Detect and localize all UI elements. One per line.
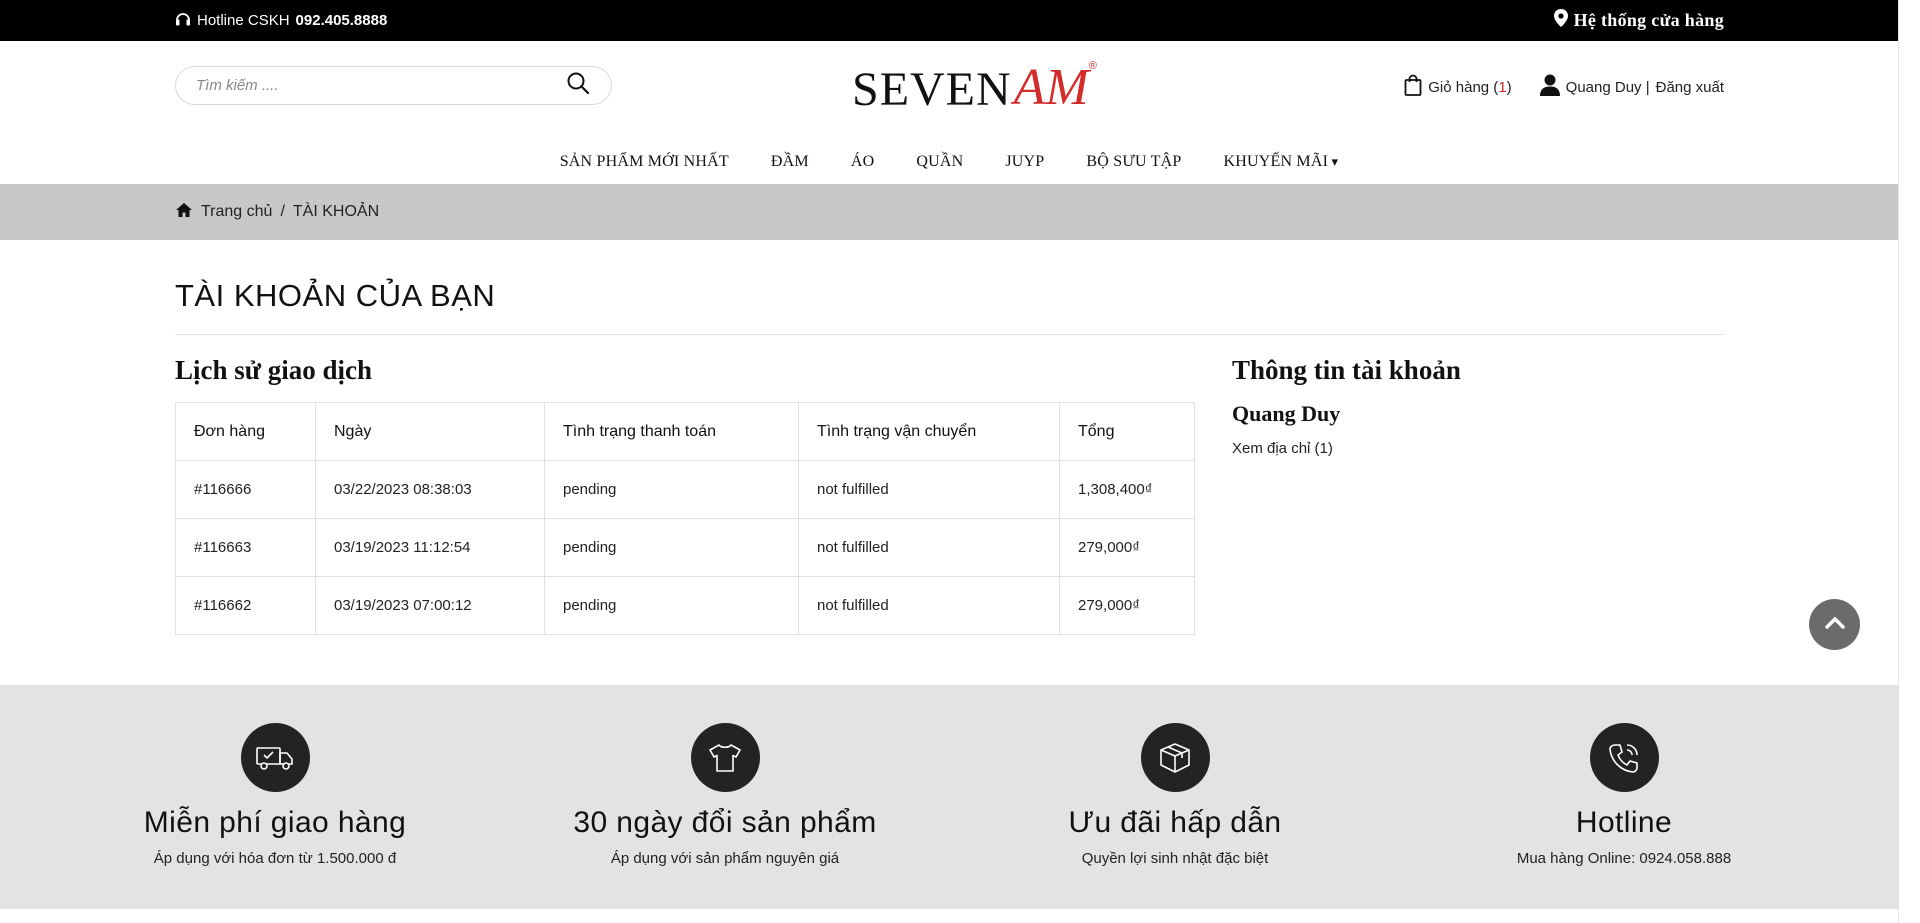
gift-box-icon: [1140, 723, 1210, 792]
map-pin-icon: [1553, 9, 1568, 32]
feature-title: Ưu đãi hấp dẫn: [1068, 806, 1282, 839]
column-header-shipping-status: Tình trạng vận chuyển: [798, 402, 1060, 461]
column-header-order: Đơn hàng: [175, 402, 316, 461]
order-total: 1,308,400₫: [1059, 460, 1195, 519]
order-id[interactable]: #116663: [175, 518, 316, 577]
stores-label: Hệ thống cửa hàng: [1573, 10, 1724, 30]
divider: [175, 334, 1725, 335]
payment-status: pending: [544, 518, 799, 577]
hotline-label: Hotline CSKH: [197, 12, 290, 29]
column-header-total: Tổng: [1059, 402, 1195, 461]
order-date: 03/19/2023 07:00:12: [315, 576, 545, 635]
account-info-title: Thông tin tài khoản: [1232, 355, 1461, 385]
table-row: #116663 03/19/2023 11:12:54 pending not …: [175, 518, 1195, 577]
logo[interactable]: SEVEN AM ®: [852, 54, 1097, 114]
order-id[interactable]: #116666: [175, 460, 316, 519]
user-name[interactable]: Quang Duy |: [1566, 79, 1650, 96]
payment-status: pending: [544, 460, 799, 519]
cart-count: 1: [1498, 78, 1507, 96]
menu-item-dresses[interactable]: ĐẦM: [771, 153, 809, 171]
feature-subtitle: Áp dụng với sản phẩm nguyên giá: [610, 850, 840, 867]
menu-item-promotions[interactable]: KHUYẾN MÃI: [1223, 153, 1338, 171]
feature-30-day-exchange: 30 ngày đổi sản phẩm Áp dụng với sản phẩ…: [500, 723, 950, 867]
payment-status: pending: [544, 576, 799, 635]
breadcrumb: Trang chủ / TÀI KHOẢN: [175, 184, 379, 240]
column-header-payment-status: Tình trạng thanh toán: [544, 402, 799, 461]
cart-text: Giỏ hàng (1): [1428, 79, 1511, 96]
account-name: Quang Duy: [1232, 401, 1341, 426]
hotline-number[interactable]: 092.405.8888: [296, 12, 388, 29]
chevron-up-icon: [1824, 615, 1845, 634]
order-date: 03/19/2023 11:12:54: [315, 518, 545, 577]
search-icon: [566, 71, 590, 100]
logo-am: AM: [1013, 59, 1089, 116]
cart-link[interactable]: Giỏ hàng (1): [1404, 74, 1512, 100]
page: Hotline CSKH 092.405.8888 Hệ thống cửa h…: [0, 0, 1898, 923]
menu-item-new-products[interactable]: SẢN PHẨM MỚI NHẤT: [560, 153, 729, 171]
breadcrumb-home[interactable]: Trang chủ: [201, 203, 272, 221]
phone-icon: [1589, 723, 1659, 792]
cart-label: Giỏ hàng (: [1428, 78, 1499, 96]
feature-attractive-offers: Ưu đãi hấp dẫn Quyền lợi sinh nhật đặc b…: [950, 723, 1400, 867]
table-header-row: Đơn hàng Ngày Tình trạng thanh toán Tình…: [175, 402, 1195, 461]
feature-title: Miễn phí giao hàng: [143, 806, 407, 839]
order-date: 03/22/2023 08:38:03: [315, 460, 545, 519]
view-address-link[interactable]: Xem địa chỉ (1): [1232, 440, 1333, 457]
home-icon: [175, 202, 193, 223]
feature-free-shipping: Miễn phí giao hàng Áp dụng với hóa đơn t…: [50, 723, 500, 867]
logo-registered: ®: [1088, 60, 1097, 72]
features-strip: Miễn phí giao hàng Áp dụng với hóa đơn t…: [0, 685, 1898, 909]
breadcrumb-bar: Trang chủ / TÀI KHOẢN: [0, 184, 1898, 240]
shipping-status: not fulfilled: [798, 518, 1060, 577]
page-title: TÀI KHOẢN CỦA BẠN: [175, 278, 496, 313]
table-row: #116666 03/22/2023 08:38:03 pending not …: [175, 460, 1195, 519]
logout-link[interactable]: Đăng xuất: [1656, 79, 1724, 96]
tshirt-icon: [690, 723, 760, 792]
main-menu: SẢN PHẨM MỚI NHẤT ĐẦM ÁO QUẦN JUYP BỘ SƯ…: [0, 140, 1898, 184]
top-bar: Hotline CSKH 092.405.8888 Hệ thống cửa h…: [0, 0, 1898, 41]
order-history-title: Lịch sử giao dịch: [175, 355, 372, 385]
cart-close-paren: ): [1506, 78, 1512, 96]
header-actions: Giỏ hàng (1) Quang Duy | Đăng xuất: [1404, 74, 1724, 100]
order-total: 279,000₫: [1059, 518, 1195, 577]
search-button[interactable]: [565, 71, 591, 100]
shipping-status: not fulfilled: [798, 576, 1060, 635]
headphones-icon: [175, 11, 191, 31]
shipping-status: not fulfilled: [798, 460, 1060, 519]
table-row: #116662 03/19/2023 07:00:12 pending not …: [175, 576, 1195, 635]
breadcrumb-separator: /: [280, 203, 285, 220]
shopping-bag-icon: [1404, 74, 1422, 100]
delivery-truck-icon: [240, 723, 310, 792]
column-header-date: Ngày: [315, 402, 545, 461]
hotline: Hotline CSKH 092.405.8888: [175, 0, 387, 41]
feature-hotline: Hotline Mua hàng Online: 0924.058.888: [1399, 723, 1849, 867]
search-box: [175, 66, 612, 105]
feature-subtitle: Quyền lợi sinh nhật đặc biệt: [1081, 850, 1269, 867]
menu-item-collections[interactable]: BỘ SƯU TẬP: [1086, 153, 1181, 171]
menu-item-skirts[interactable]: JUYP: [1005, 153, 1044, 171]
menu-item-tops[interactable]: ÁO: [851, 153, 875, 171]
feature-subtitle: Áp dụng với hóa đơn từ 1.500.000 đ: [153, 850, 397, 867]
search-input[interactable]: [196, 77, 565, 94]
breadcrumb-current: TÀI KHOẢN: [292, 203, 380, 220]
menu-item-pants[interactable]: QUẦN: [916, 153, 963, 171]
account-area: Quang Duy | Đăng xuất: [1539, 74, 1724, 100]
feature-title: 30 ngày đổi sản phẩm: [573, 806, 877, 839]
feature-subtitle: Mua hàng Online: 0924.058.888: [1516, 850, 1732, 867]
store-system-link[interactable]: Hệ thống cửa hàng: [1553, 0, 1724, 41]
order-id[interactable]: #116662: [175, 576, 316, 635]
user-icon: [1539, 74, 1560, 100]
back-to-top-button[interactable]: [1809, 599, 1860, 650]
order-history-table: Đơn hàng Ngày Tình trạng thanh toán Tình…: [175, 402, 1195, 635]
order-total: 279,000₫: [1059, 576, 1195, 635]
feature-title: Hotline: [1575, 806, 1673, 839]
logo-seven: SEVEN: [852, 63, 1012, 116]
scrollbar[interactable]: [1898, 0, 1920, 923]
